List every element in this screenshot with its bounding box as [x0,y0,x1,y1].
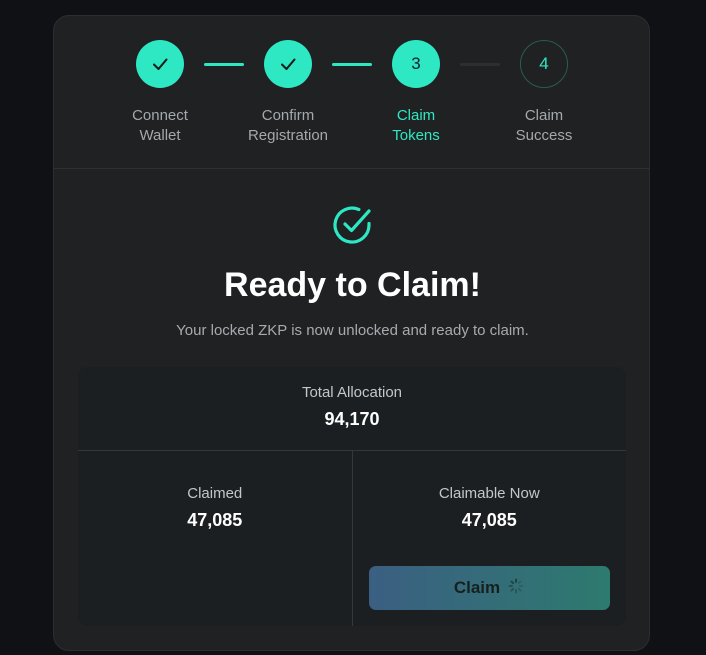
check-circle-icon [330,203,374,252]
claim-card: 3 4 Connect Wallet Confirm Registration Cl… [53,15,650,651]
claimed-value: 47,085 [187,510,243,530]
step-3-circle: 3 [392,40,440,88]
progress-stepper: 3 4 Connect Wallet Confirm Registration Cl… [54,16,649,169]
step-1-label: Connect Wallet [132,107,188,144]
step-4-label: Claim Success [515,107,573,144]
step-connector-2 [332,63,372,66]
claimable-stat: Claimable Now 47,085 Claim [351,451,627,626]
total-allocation: Total Allocation 94,170 [78,367,626,451]
claim-button[interactable]: Claim [368,566,610,610]
step-connector-1 [204,63,244,66]
claim-button-label: Claim [453,578,501,597]
claimed-label: Claimed [187,485,243,502]
page-subtitle: Your locked ZKP is now unlocked and read… [176,322,529,339]
total-allocation-value: 94,170 [324,409,380,429]
loading-spinner-icon [508,578,524,599]
claimed-stat: Claimed 47,085 [78,451,352,626]
step-4-circle: 4 [520,40,568,88]
step-4-number: 4 [539,54,549,73]
allocation-panel: Total Allocation 94,170 Claimed 47,085 C… [78,367,626,626]
total-allocation-label: Total Allocation [301,384,403,401]
step-2-check-icon [264,40,312,88]
claimable-label: Claimable Now [438,485,540,502]
step-connector-3 [460,63,500,66]
step-2-label: Confirm Registration [247,107,329,144]
page-title: Ready to Claim! [224,266,481,304]
step-1-check-icon [136,40,184,88]
step-3-label: Claim Tokens [392,107,440,144]
step-3-number: 3 [411,54,421,73]
claimable-value: 47,085 [461,510,517,530]
